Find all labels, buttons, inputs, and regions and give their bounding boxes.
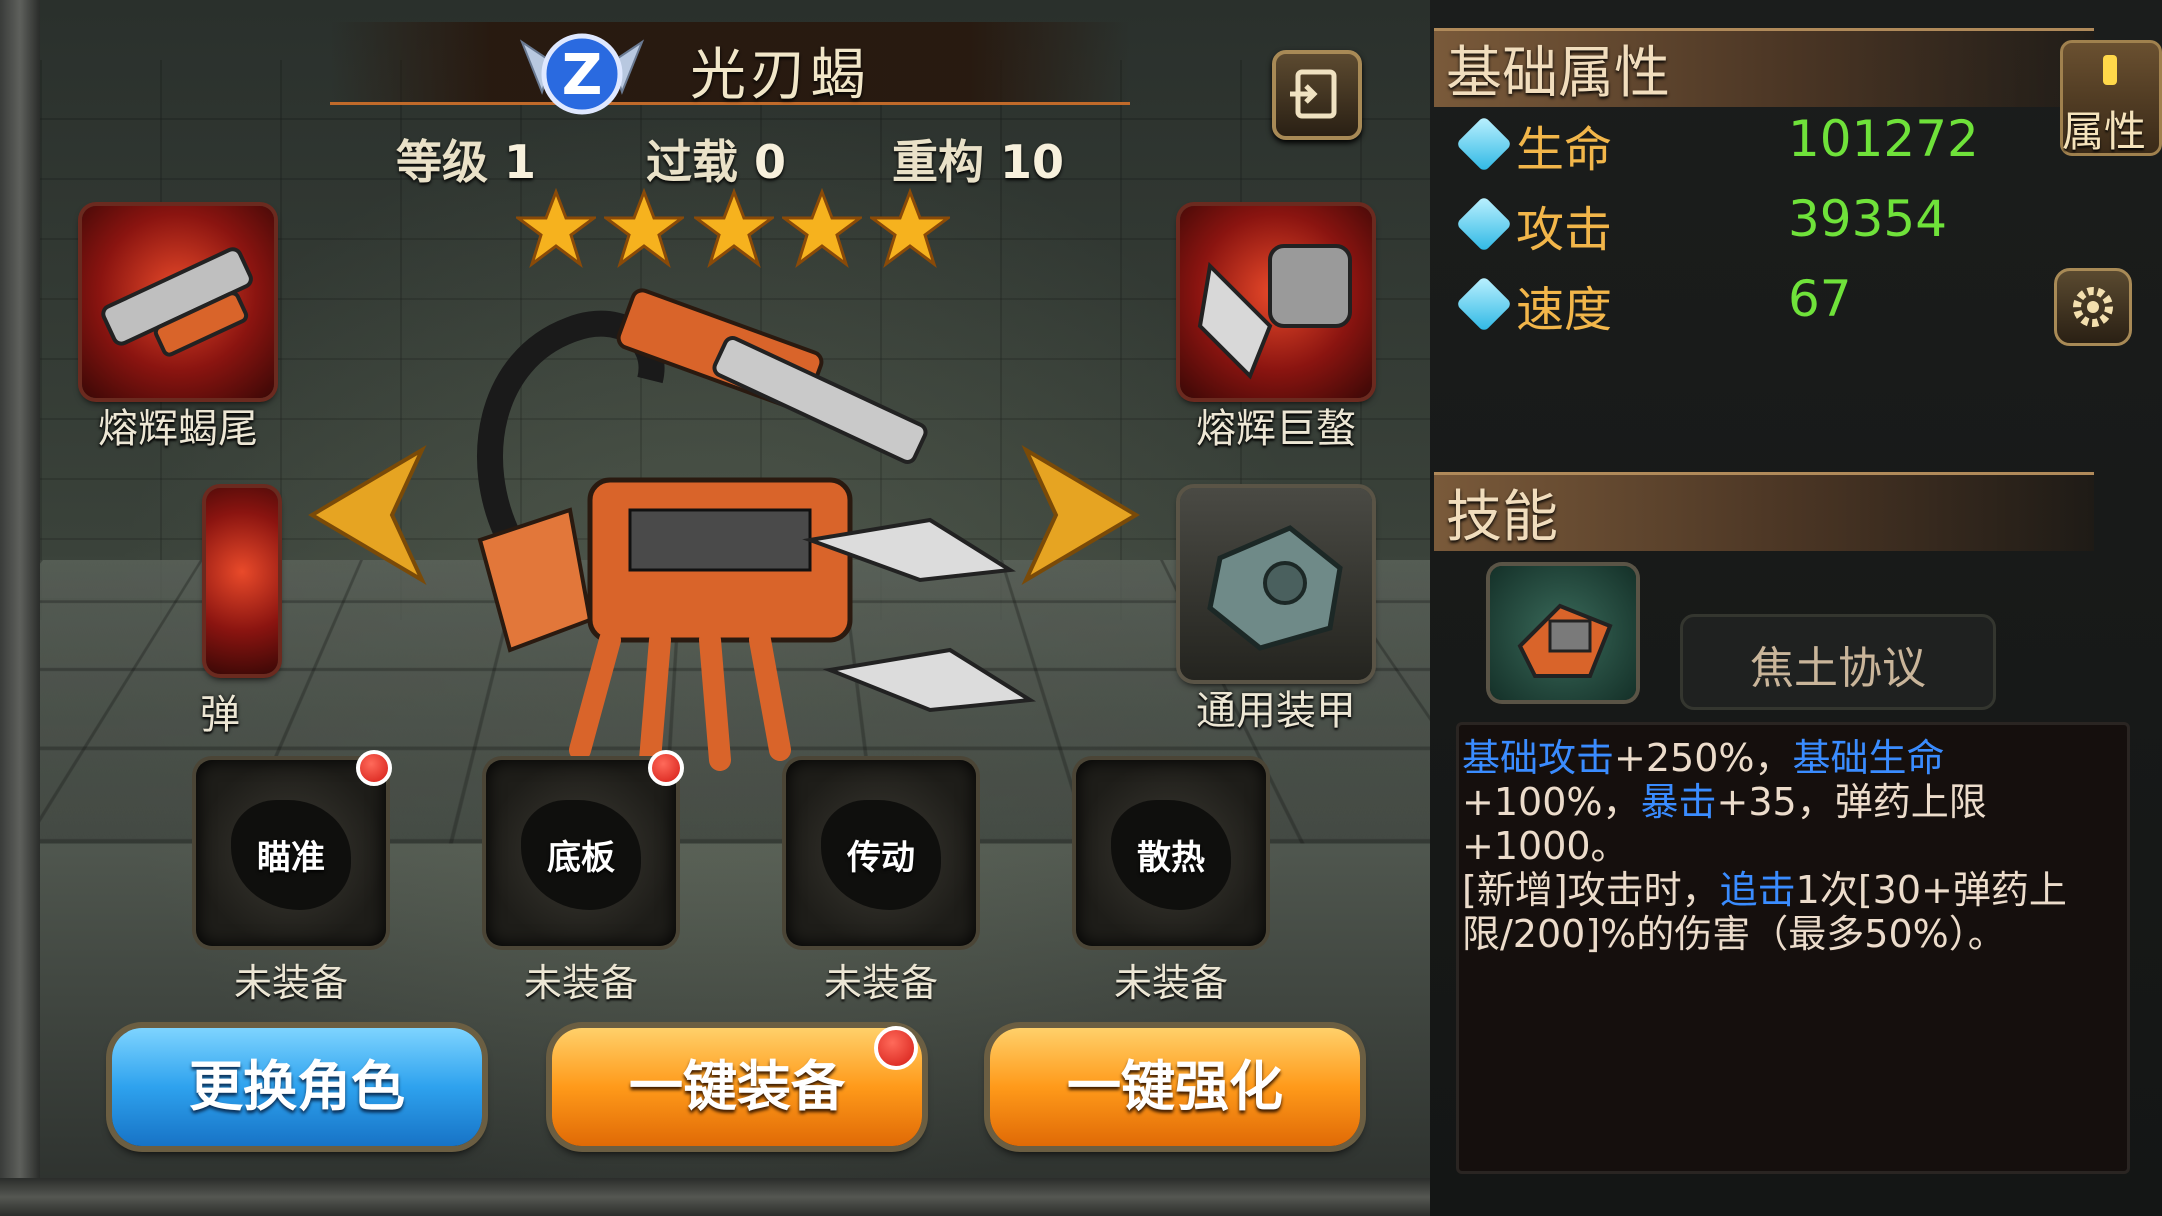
attr-name: 生命: [1516, 122, 1613, 178]
equip-label-partial: 弹: [200, 692, 240, 738]
exclamation-icon: [2103, 55, 2117, 85]
module-status: 未装备: [233, 961, 348, 1005]
diamond-icon: [1455, 115, 1513, 173]
level-label: 等级: [396, 135, 488, 189]
attr-value: 101272: [1788, 110, 1979, 168]
module-slot-aim[interactable]: 瞄准: [196, 760, 386, 946]
star-icon: [604, 188, 684, 268]
module-slot-base[interactable]: 底板: [486, 760, 676, 946]
star-icon: [870, 188, 950, 268]
equip-label-armor: 通用装甲: [1196, 688, 1356, 734]
rank-badge-letter: Z: [562, 43, 603, 108]
skill-description: 基础攻击+250%，基础生命+100%，暴击+35，弹药上限+1000。 [新增]…: [1462, 736, 2122, 956]
desc-text: +100%，: [1462, 780, 1641, 824]
equip-slot-claw[interactable]: [1180, 206, 1372, 398]
overload-label: 过载: [646, 135, 738, 189]
giant-claw-icon: [1197, 244, 1352, 380]
overload-value: 0: [754, 135, 787, 189]
desc-highlight: 基础攻击: [1462, 736, 1615, 780]
attr-row-speed: 速度 67: [1452, 268, 2052, 338]
equip-label-tail: 熔辉蝎尾: [98, 406, 258, 452]
module-slot-transmission[interactable]: 传动: [786, 760, 976, 946]
module-status: 未装备: [823, 961, 938, 1005]
overload-stat: 过载 0: [646, 126, 786, 192]
auto-equip-button[interactable]: 一键装备: [552, 1028, 922, 1146]
exit-button[interactable]: [1272, 50, 1362, 140]
module-name: 瞄准: [257, 838, 325, 878]
diamond-icon: [1455, 275, 1513, 333]
armor-plate-icon: [1207, 525, 1343, 651]
exit-icon: [1290, 69, 1337, 119]
skill-name: 焦土协议: [1750, 643, 1926, 694]
skill-header: 技能: [1446, 485, 1558, 550]
frame-bottom: [0, 1178, 1430, 1216]
module-slot-cooling[interactable]: 散热: [1076, 760, 1266, 946]
next-arrow-icon[interactable]: [1016, 440, 1156, 590]
desc-highlight: 基础生命: [1792, 736, 1945, 780]
rebuild-stat: 重构 10: [892, 126, 1064, 192]
settings-button[interactable]: [2054, 268, 2132, 346]
rebuild-label: 重构: [892, 135, 984, 189]
desc-text: +250%，: [1614, 736, 1793, 780]
equip-slot-armor[interactable]: [1180, 488, 1372, 680]
attributes-tab-label: 属性: [2062, 107, 2147, 156]
desc-highlight: 暴击: [1640, 780, 1717, 824]
character-name: 光刃蝎: [690, 43, 870, 108]
attributes-header: 基础属性: [1446, 41, 1670, 106]
rebuild-value: 10: [1000, 135, 1065, 189]
desc-highlight: 追击: [1719, 868, 1796, 912]
attr-row-attack: 攻击 39354: [1452, 188, 2052, 258]
star-icon: [516, 188, 596, 268]
attr-name: 攻击: [1516, 202, 1613, 258]
star-icon: [782, 188, 862, 268]
module-status: 未装备: [523, 961, 638, 1005]
attr-row-hp: 生命 101272: [1452, 108, 2052, 178]
equip-slot-partial[interactable]: [206, 488, 278, 674]
desc-text: [新增]攻击时，: [1462, 868, 1720, 912]
auto-enhance-button[interactable]: 一键强化: [990, 1028, 1360, 1146]
scorpion-tail-weapon-icon: [101, 247, 253, 357]
equip-slot-tail[interactable]: [82, 206, 274, 398]
rank-badge-icon: Z: [519, 33, 645, 115]
scorched-earth-skill-icon: [1517, 603, 1613, 678]
module-status: 未装备: [1113, 961, 1228, 1005]
star-icon: [694, 188, 774, 268]
attr-name: 速度: [1516, 282, 1613, 338]
module-name: 传动: [847, 838, 915, 878]
module-name: 散热: [1137, 838, 1205, 878]
diamond-icon: [1455, 195, 1513, 253]
alert-dot: [648, 750, 684, 786]
attr-value: 39354: [1788, 190, 1948, 248]
scorpion-mech-sprite: [477, 288, 1037, 771]
level-value: 1: [504, 135, 537, 189]
gear-icon: [2073, 287, 2113, 327]
attr-value: 67: [1788, 270, 1852, 328]
frame-left: [0, 0, 40, 1216]
level-stat: 等级 1: [396, 126, 536, 192]
change-character-button[interactable]: 更换角色: [112, 1028, 482, 1146]
alert-dot: [874, 1026, 918, 1070]
skill-icon[interactable]: [1490, 566, 1636, 700]
alert-dot: [356, 750, 392, 786]
module-name: 底板: [547, 838, 615, 878]
prev-arrow-icon[interactable]: [292, 440, 432, 590]
equip-label-claw: 熔辉巨螯: [1196, 406, 1356, 452]
